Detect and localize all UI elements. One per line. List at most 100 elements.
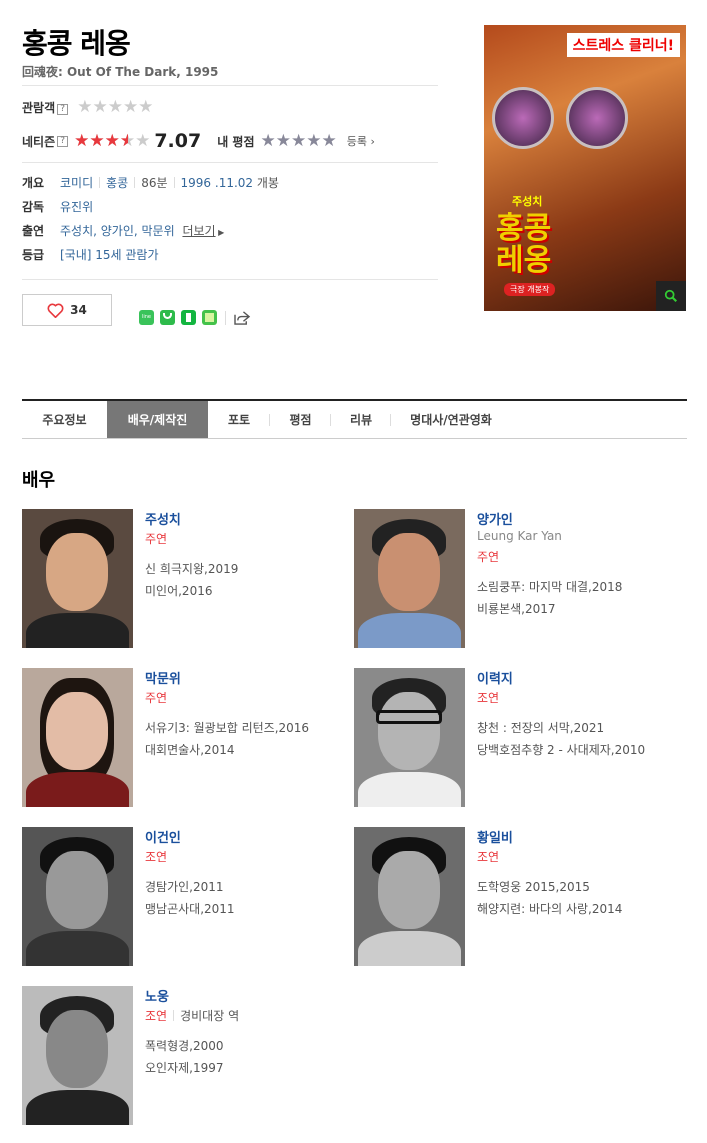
share-bar: line (139, 310, 251, 325)
actor-card: 이건인 조연 경탐가인,2011 맹남곤사대,2011 (22, 827, 352, 967)
actor-role: 조연 (145, 850, 168, 864)
overview-row: 개요 코미디 홍콩 86분 1996 .11.02 개봉 (22, 174, 279, 191)
grade-row: 등급 [국내] 15세 관람가 (22, 246, 159, 263)
actor-work[interactable]: 미인어,2016 (145, 582, 212, 599)
movie-poster[interactable]: 스트레스 클리너! 주성치 홍콩 레옹 극장 개봉작 (484, 25, 686, 311)
like-button[interactable]: 34 (22, 294, 112, 326)
release-suffix: 개봉 (256, 176, 279, 190)
actor-work[interactable]: 서유기3: 월광보합 리턴즈,2016 (145, 719, 309, 736)
poster-tagline: 스트레스 클리너! (566, 33, 680, 57)
actor-photo[interactable] (22, 827, 133, 966)
register-link[interactable]: 등록 › (347, 133, 375, 149)
page-title: 홍콩 레옹 (22, 27, 131, 60)
tab-photo[interactable]: 포토 (208, 401, 270, 438)
actor-work[interactable]: 폭력형경,2000 (145, 1037, 224, 1054)
actor-card: 양가인 Leung Kar Yan 주연 소림쿵푸: 마지막 대결,2018 비… (354, 509, 684, 649)
actor-photo[interactable] (22, 668, 133, 807)
grade-link[interactable]: [국내] 15세 관람가 (60, 248, 159, 262)
grade-label: 등급 (22, 248, 45, 262)
actor-role: 주연 (145, 691, 168, 705)
netizen-rating-row: 네티즌? ★★★★★ ★★★★★ 7.07 내 평점 ★★★★★ 등록 › (22, 130, 375, 152)
actor-card: 막문위 주연 서유기3: 월광보합 리턴즈,2016 대회면술사,2014 (22, 668, 352, 808)
actor-name[interactable]: 황일비 (477, 827, 513, 846)
audience-rating-row: 관람객? ★★★★★ (22, 97, 153, 117)
actor-role: 조연 (477, 691, 500, 705)
actor-work[interactable]: 오인자제,1997 (145, 1059, 224, 1076)
caret-right-icon: ▶ (215, 228, 225, 237)
actor-card: 이력지 조연 창천 : 전장의 서막,2021 당백호점추향 2 - 사대제자,… (354, 668, 684, 808)
actor-work[interactable]: 해양지련: 바다의 사랑,2014 (477, 900, 622, 917)
actor-photo[interactable] (22, 986, 133, 1125)
director-row: 감독 유진위 (22, 198, 93, 215)
poster-badge: 극장 개봉작 (504, 283, 556, 296)
actor-work[interactable]: 도학영웅 2015,2015 (477, 878, 590, 895)
actor-photo[interactable] (354, 509, 465, 648)
tab-cast-crew[interactable]: 배우/제작진 (107, 401, 208, 438)
director-link[interactable]: 유진위 (60, 200, 93, 214)
note-icon[interactable] (202, 310, 217, 325)
netizen-score: 7.07 (154, 130, 202, 152)
tab-rating[interactable]: 평점 (270, 401, 331, 438)
actor-name[interactable]: 노웅 (145, 986, 169, 1005)
cast-links[interactable]: 주성치, 양가인, 막문위 (60, 224, 175, 238)
actor-role: 주연 (145, 532, 168, 546)
actor-name[interactable]: 주성치 (145, 509, 181, 528)
runtime: 86분 (141, 176, 168, 190)
director-label: 감독 (22, 200, 45, 214)
actor-photo[interactable] (354, 827, 465, 966)
tab-review[interactable]: 리뷰 (331, 401, 391, 438)
actor-photo[interactable] (22, 509, 133, 648)
actor-role: 조연 경비대장 역 (145, 1009, 240, 1023)
actor-name[interactable]: 양가인 (477, 509, 513, 528)
netizen-label: 네티즌 (22, 134, 56, 149)
audience-label: 관람객 (22, 101, 56, 115)
original-title: 回魂夜: Out Of The Dark, 1995 (22, 65, 219, 79)
poster-sunglasses-image (492, 87, 632, 157)
actor-work[interactable]: 비룡본색,2017 (477, 600, 556, 617)
cast-row: 출연 주성치, 양가인, 막문위 더보기 ▶ (22, 222, 224, 239)
help-icon[interactable]: ? (57, 135, 69, 147)
actor-name[interactable]: 이건인 (145, 827, 181, 846)
help-icon[interactable]: ? (57, 104, 69, 115)
poster-star-name: 주성치 (512, 195, 543, 208)
more-link[interactable]: 더보기 (182, 224, 215, 238)
actor-role: 조연 (477, 850, 500, 864)
divider (22, 162, 438, 163)
genre-link[interactable]: 코미디 (60, 176, 93, 190)
actor-photo[interactable] (354, 668, 465, 807)
actor-card: 황일비 조연 도학영웅 2015,2015 해양지련: 바다의 사랑,2014 (354, 827, 684, 967)
actor-card: 주성치 주연 신 희극지왕,2019 미인어,2016 (22, 509, 352, 649)
actor-work[interactable]: 소림쿵푸: 마지막 대결,2018 (477, 578, 622, 595)
actor-role-extra: 경비대장 역 (180, 1009, 240, 1023)
cast-label: 출연 (22, 224, 45, 238)
overview-label: 개요 (22, 176, 45, 190)
actor-work[interactable]: 창천 : 전장의 서막,2021 (477, 719, 604, 736)
release-date-link[interactable]: 1996 .11.02 (181, 176, 254, 190)
share-icon[interactable] (234, 310, 251, 325)
band-icon[interactable] (160, 310, 175, 325)
actor-role: 주연 (477, 550, 500, 564)
bookmark-icon[interactable] (181, 310, 196, 325)
actor-work[interactable]: 대회면술사,2014 (145, 741, 235, 758)
poster-title: 홍콩 레옹 (496, 211, 552, 278)
actor-work[interactable]: 경탐가인,2011 (145, 878, 224, 895)
divider (225, 310, 226, 325)
my-rating-stars[interactable]: ★★★★★ (261, 131, 337, 151)
zoom-search-icon[interactable] (656, 281, 686, 311)
actor-name[interactable]: 이력지 (477, 668, 513, 687)
line-icon[interactable]: line (139, 310, 154, 325)
actor-work[interactable]: 맹남곤사대,2011 (145, 900, 235, 917)
actor-work[interactable]: 신 희극지왕,2019 (145, 560, 238, 577)
section-title: 배우 (22, 470, 56, 491)
tab-quotes-related[interactable]: 명대사/연관영화 (391, 401, 511, 438)
country-link[interactable]: 홍콩 (106, 176, 128, 190)
heart-icon (47, 303, 64, 318)
tab-bar: 주요정보 배우/제작진 포토 평점 리뷰 명대사/연관영화 (22, 399, 687, 439)
divider (22, 279, 438, 280)
actor-name[interactable]: 막문위 (145, 668, 181, 687)
divider (22, 85, 438, 86)
like-count: 34 (70, 303, 87, 317)
tab-main-info[interactable]: 주요정보 (22, 401, 107, 438)
actor-work[interactable]: 당백호점추향 2 - 사대제자,2010 (477, 741, 645, 758)
audience-stars: ★★★★★ (77, 97, 154, 117)
